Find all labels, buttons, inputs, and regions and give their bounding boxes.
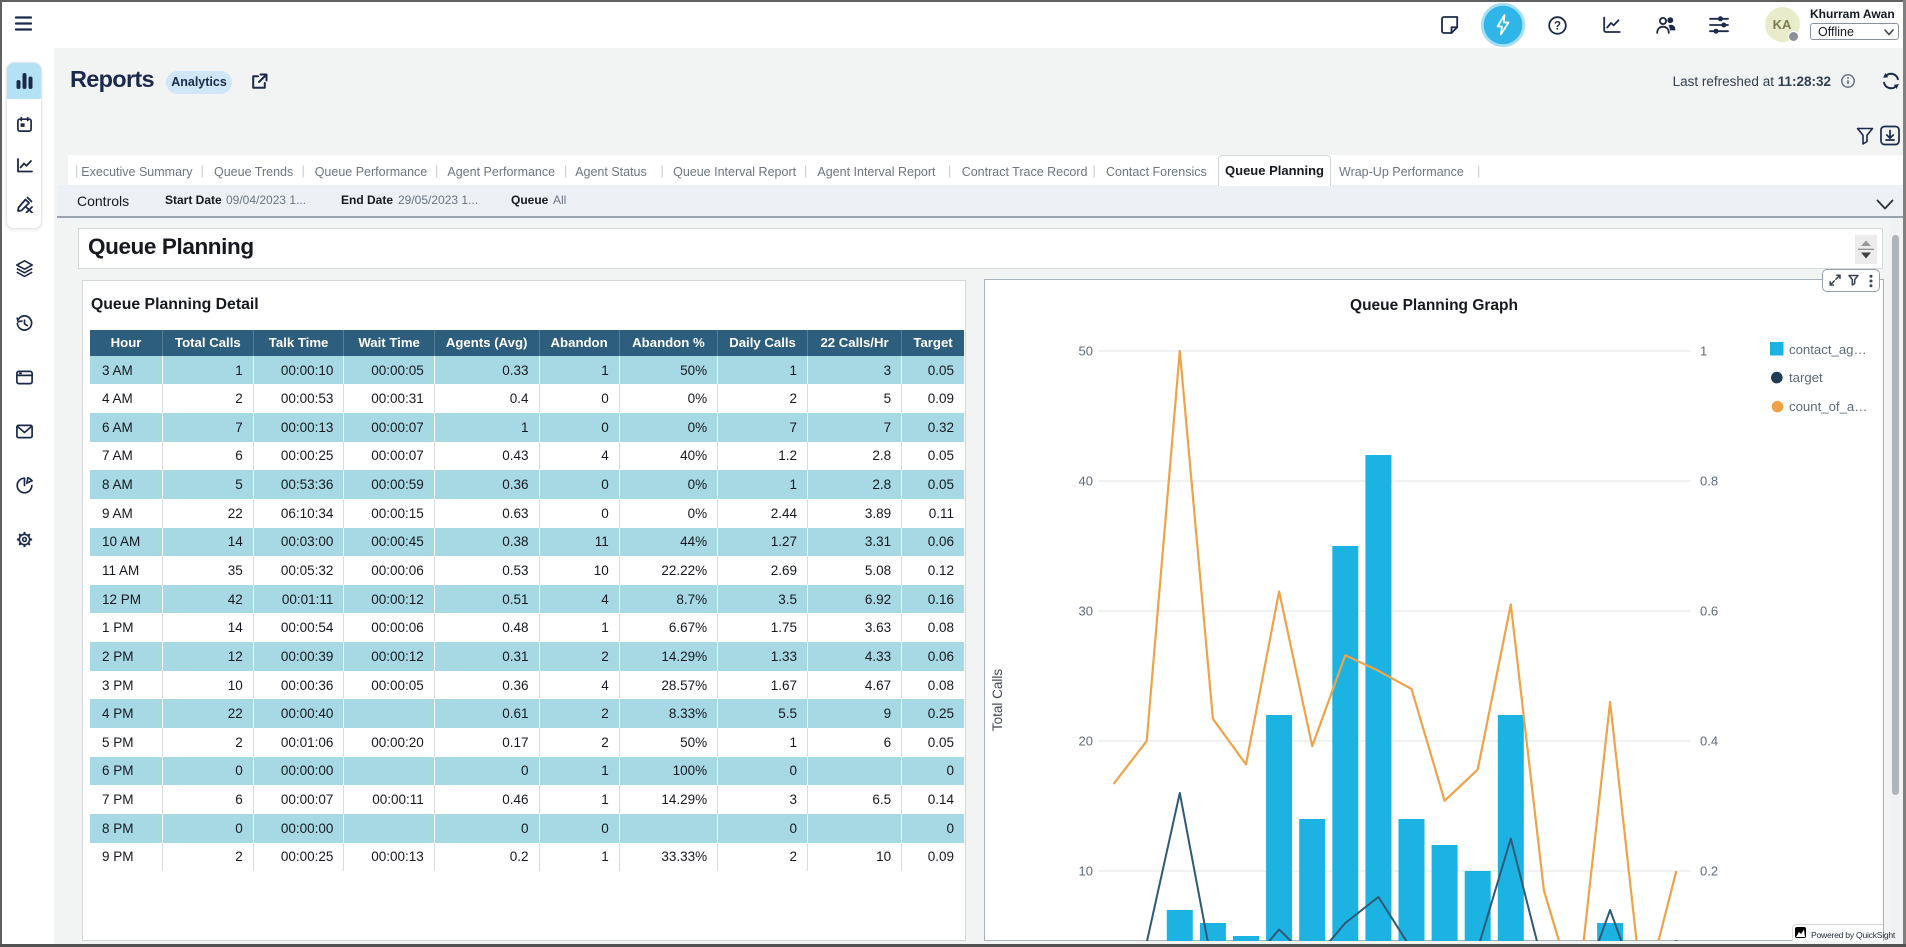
svg-text:?: ? <box>1554 20 1561 32</box>
svg-text:10: 10 <box>1078 863 1092 878</box>
svg-text:contact_ag…: contact_ag… <box>1789 342 1867 357</box>
svg-text:0.6: 0.6 <box>1700 603 1718 618</box>
svg-text:Total Calls: Total Calls <box>990 668 1005 731</box>
svg-text:0.2: 0.2 <box>1700 863 1718 878</box>
svg-text:30: 30 <box>1078 603 1092 618</box>
svg-text:1: 1 <box>1700 343 1707 358</box>
svg-text:Queue Planning Graph: Queue Planning Graph <box>1350 297 1518 314</box>
svg-text:0.4: 0.4 <box>1700 733 1718 748</box>
svg-text:40: 40 <box>1078 473 1092 488</box>
svg-text:0.8: 0.8 <box>1700 473 1718 488</box>
svg-text:50: 50 <box>1078 343 1092 358</box>
svg-text:count_of_a…: count_of_a… <box>1789 399 1867 414</box>
svg-text:target: target <box>1789 370 1823 385</box>
svg-text:20: 20 <box>1078 733 1092 748</box>
